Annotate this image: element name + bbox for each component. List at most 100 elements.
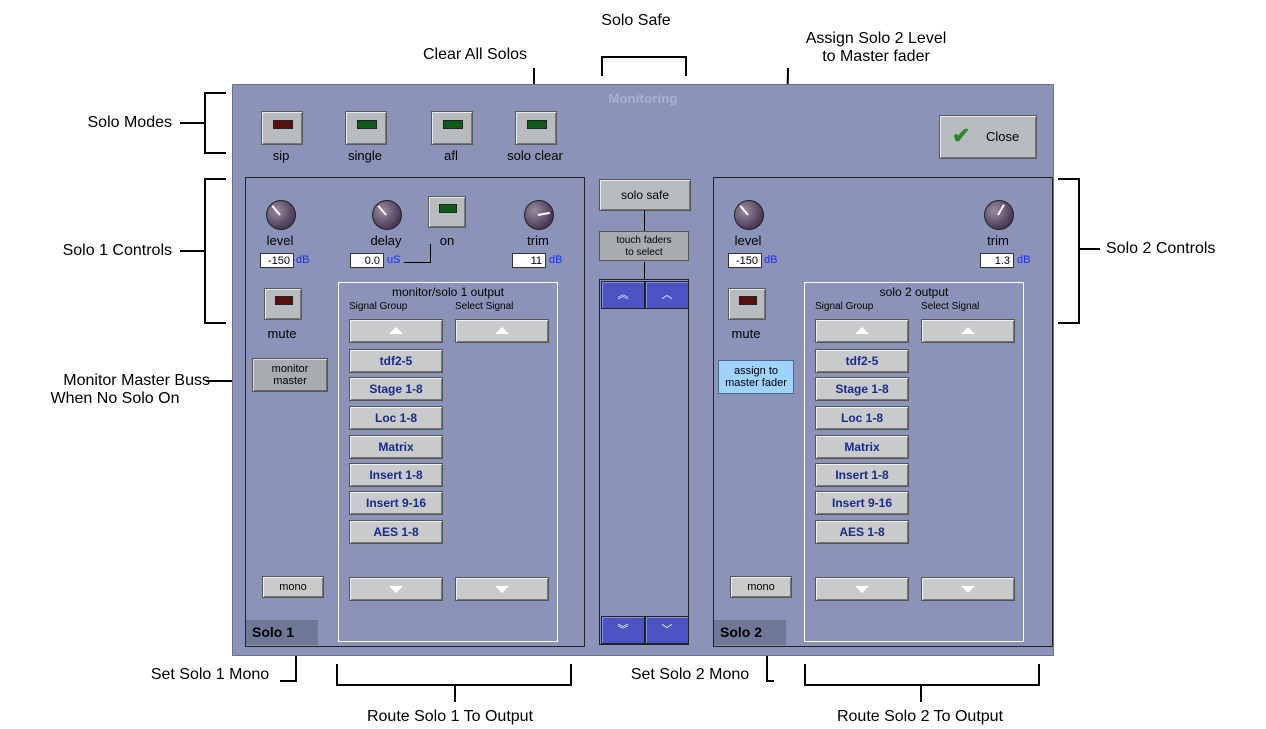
mode-sip-button[interactable] — [261, 111, 303, 145]
mode-afl-button[interactable] — [431, 111, 473, 145]
led-indicator — [273, 120, 293, 129]
select-signal-header: Select Signal — [455, 301, 514, 312]
mute-button[interactable] — [264, 288, 302, 320]
level-knob[interactable] — [734, 200, 764, 230]
signal-group-aes[interactable]: AES 1-8 — [815, 520, 909, 544]
select-signal-scroll-down[interactable] — [921, 577, 1015, 601]
led-indicator — [275, 296, 293, 305]
scroll-up-button[interactable]: ︿ — [645, 281, 689, 309]
solo-clear-label: solo clear — [507, 148, 563, 163]
signal-group-matrix[interactable]: Matrix — [815, 435, 909, 459]
window-title: Monitoring — [608, 91, 678, 106]
led-indicator — [739, 296, 757, 305]
level-label: level — [734, 233, 762, 248]
trim-value-field[interactable]: 1.3 — [980, 253, 1014, 268]
chevron-up-icon: ︿ — [661, 289, 673, 301]
select-signal-scroll-down[interactable] — [455, 577, 549, 601]
chevron-up-icon — [961, 327, 975, 334]
select-signal-scroll-up[interactable] — [455, 319, 549, 343]
signal-group-aes[interactable]: AES 1-8 — [349, 520, 443, 544]
touch-faders-line2: to select — [625, 247, 663, 258]
mode-single-label: single — [348, 148, 382, 163]
annotation-route-solo2: Route Solo 2 To Output — [836, 708, 1004, 725]
solo1-mono-button[interactable]: mono — [262, 576, 324, 598]
scroll-down-button[interactable]: ﹀ — [645, 616, 689, 644]
signal-group-loc[interactable]: Loc 1-8 — [815, 406, 909, 430]
scroll-bottom-button[interactable]: ︾ — [601, 616, 645, 644]
delay-knob[interactable] — [372, 200, 402, 230]
signal-group-scroll-up[interactable] — [349, 319, 443, 343]
bracket-line — [685, 56, 687, 76]
solo1-tab-label: Solo 1 — [246, 620, 318, 645]
trim-knob[interactable] — [524, 200, 554, 230]
level-unit: dB — [296, 254, 310, 266]
chevron-down-icon — [961, 586, 975, 593]
led-indicator — [443, 120, 463, 129]
monitoring-window: Monitoring sip single afl solo clear ✔ C… — [232, 84, 1054, 656]
signal-group-insert-9-16[interactable]: Insert 9-16 — [349, 491, 443, 515]
bracket-line — [204, 178, 226, 180]
solo-clear-button[interactable] — [515, 111, 557, 145]
select-signal-scroll-up[interactable] — [921, 319, 1015, 343]
solo2-tab-label: Solo 2 — [714, 620, 786, 645]
output-title: solo 2 output — [879, 285, 949, 299]
trim-value-field[interactable]: 11 — [512, 253, 546, 268]
touch-faders-line1: touch faders — [616, 235, 672, 246]
chevron-up-icon — [495, 327, 509, 334]
bracket-line — [1078, 178, 1080, 324]
signal-group-tdf2-5[interactable]: tdf2-5 — [815, 349, 909, 373]
monitor-master-line2: master — [273, 375, 307, 387]
bracket-line — [804, 684, 1040, 686]
bracket-line — [601, 56, 603, 76]
delay-value-field[interactable]: 0.0 — [350, 253, 384, 268]
trim-knob[interactable] — [984, 200, 1014, 230]
bracket-line — [1058, 322, 1080, 324]
signal-group-scroll-down[interactable] — [349, 577, 443, 601]
signal-group-matrix[interactable]: Matrix — [349, 435, 443, 459]
assign-to-master-fader-button[interactable]: assign to master fader — [718, 360, 794, 394]
bracket-line — [180, 250, 204, 252]
signal-group-loc[interactable]: Loc 1-8 — [349, 406, 443, 430]
mute-button[interactable] — [728, 288, 766, 320]
bracket-line — [204, 92, 206, 154]
close-label: Close — [986, 129, 1020, 144]
level-value-field[interactable]: -150 — [728, 253, 762, 268]
bracket-line — [204, 178, 206, 324]
annotation-monitor-master-line2: When No Solo On — [50, 390, 180, 407]
annotation-set-solo1-mono: Set Solo 1 Mono — [150, 666, 270, 683]
signal-group-insert-9-16[interactable]: Insert 9-16 — [815, 491, 909, 515]
level-value-field[interactable]: -150 — [260, 253, 294, 268]
annotation-solo-safe: Solo Safe — [601, 12, 671, 29]
solo2-mono-button[interactable]: mono — [730, 576, 792, 598]
signal-group-stage[interactable]: Stage 1-8 — [815, 377, 909, 401]
output-title: monitor/solo 1 output — [391, 285, 505, 299]
pointer-line — [280, 680, 297, 682]
scroll-top-button[interactable]: ︽ — [601, 281, 645, 309]
signal-group-insert-1-8[interactable]: Insert 1-8 — [815, 463, 909, 487]
signal-group-scroll-down[interactable] — [815, 577, 909, 601]
mode-single-button[interactable] — [345, 111, 387, 145]
signal-group-insert-1-8[interactable]: Insert 1-8 — [349, 463, 443, 487]
signal-group-header: Signal Group — [815, 301, 874, 312]
delay-on-label: on — [439, 233, 455, 248]
trim-unit: dB — [1017, 254, 1031, 266]
touch-faders-hint: touch faders to select — [599, 231, 689, 261]
close-button[interactable]: ✔ Close — [939, 115, 1037, 159]
level-knob[interactable] — [266, 200, 296, 230]
annotation-route-solo1: Route Solo 1 To Output — [366, 708, 534, 725]
annotation-solo-modes: Solo Modes — [87, 114, 173, 131]
bracket-line — [204, 92, 226, 94]
delay-on-button[interactable] — [428, 196, 466, 228]
annotation-solo1-controls: Solo 1 Controls — [62, 242, 172, 259]
bracket-line — [204, 322, 226, 324]
solo2-output-panel: solo 2 output Signal Group Select Signal… — [804, 282, 1024, 642]
solo-safe-button[interactable]: solo safe — [599, 179, 691, 211]
signal-group-scroll-up[interactable] — [815, 319, 909, 343]
signal-group-stage[interactable]: Stage 1-8 — [349, 377, 443, 401]
trim-unit: dB — [549, 254, 563, 266]
solo1-output-panel: monitor/solo 1 output Signal Group Selec… — [338, 282, 558, 642]
bracket-line — [454, 684, 456, 702]
signal-group-tdf2-5[interactable]: tdf2-5 — [349, 349, 443, 373]
monitor-master-button[interactable]: monitor master — [252, 358, 328, 392]
select-signal-header: Select Signal — [921, 301, 980, 312]
